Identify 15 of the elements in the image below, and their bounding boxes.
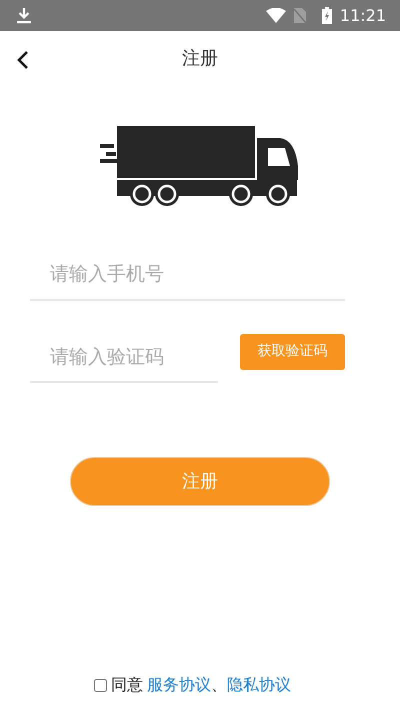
separator-text: 、 bbox=[211, 674, 227, 696]
battery-icon bbox=[322, 7, 332, 24]
get-code-button[interactable]: 获取验证码 bbox=[240, 334, 345, 370]
phone-field[interactable]: 请输入手机号 bbox=[30, 250, 345, 300]
download-icon bbox=[16, 7, 32, 24]
agreement-link[interactable]: 隐私协议 bbox=[227, 673, 291, 697]
no-sim-icon bbox=[294, 8, 306, 23]
clock-time: 11:21 bbox=[340, 4, 386, 26]
register-button[interactable]: 注册 bbox=[70, 457, 330, 506]
code-field[interactable]: 请输入验证码 bbox=[30, 332, 218, 383]
agreement-link[interactable]: 服务协议 bbox=[147, 673, 211, 697]
page-title: 注册 bbox=[182, 47, 218, 71]
agree-checkbox[interactable] bbox=[94, 678, 107, 692]
agree-label: 同意 bbox=[111, 674, 143, 696]
wifi-icon bbox=[266, 8, 286, 23]
